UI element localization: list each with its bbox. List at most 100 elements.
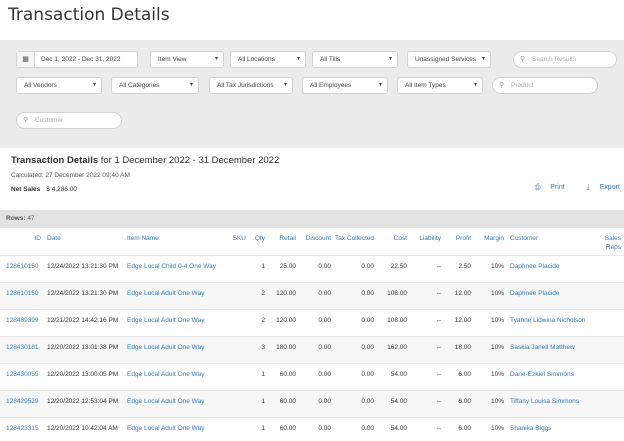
cell-item-name[interactable]: Edge Local Adult One Way bbox=[124, 281, 225, 309]
vendors-select[interactable]: All Vendors ▾ bbox=[16, 77, 102, 94]
select-value: Item View bbox=[158, 56, 187, 63]
column-header-retail[interactable]: Retail bbox=[265, 231, 296, 255]
tax-jurisdictions-select[interactable]: All Tax Jurisdictions ▾ bbox=[209, 77, 293, 94]
column-header-profit[interactable]: Profit bbox=[441, 231, 471, 255]
cell-customer[interactable]: Shanika Biggs bbox=[504, 416, 593, 441]
rows-count-bar: Rows: 47 bbox=[0, 210, 624, 228]
cell-id[interactable]: 128610150 bbox=[0, 281, 44, 309]
cell-profit: 6.00 bbox=[441, 389, 471, 417]
tills-select[interactable]: All Tills ▾ bbox=[312, 51, 398, 68]
cell-qty: 1 bbox=[246, 362, 265, 390]
table-row[interactable]: 128489399 12/21/2022 14:42:16 PM Edge Loca… bbox=[0, 308, 624, 336]
cell-retail: 60.00 bbox=[265, 362, 296, 390]
report-title-bold: Transaction Details bbox=[11, 155, 99, 166]
cell-date: 12/21/2022 14:42:16 PM bbox=[44, 308, 124, 336]
column-header-cost[interactable]: Cost bbox=[374, 231, 407, 255]
search-placeholder: Search Results bbox=[532, 56, 577, 63]
table-row[interactable]: 128610150 12/24/2022 13:21:30 PM Edge Loca… bbox=[0, 254, 624, 282]
export-icon: ⤓ bbox=[586, 184, 590, 191]
cell-profit: 6.00 bbox=[441, 362, 471, 390]
cell-liability: -- bbox=[407, 335, 441, 363]
cell-sales-reps bbox=[593, 308, 624, 336]
date-range-picker[interactable]: ▦ Dec 1, 2022 - Dec 31, 2022 bbox=[16, 51, 138, 68]
select-value: All Tills bbox=[320, 56, 341, 63]
cell-discount: 0.00 bbox=[296, 335, 331, 363]
export-button[interactable]: ⤓ Export bbox=[577, 184, 620, 191]
cell-item-name[interactable]: Edge Local Adult One Way bbox=[124, 362, 225, 390]
table-row[interactable]: 128430181 12/20/2022 13:01:38 PM Edge Loca… bbox=[0, 335, 624, 363]
net-sales: Net Sales $ 4,286.00 bbox=[11, 186, 77, 193]
column-header-tax-collected[interactable]: Tax Collected bbox=[331, 231, 374, 255]
column-header-sku[interactable]: SKU bbox=[225, 231, 246, 255]
cell-profit: 12.00 bbox=[441, 281, 471, 309]
chevron-down-icon: ▾ bbox=[481, 56, 485, 62]
cell-margin: 10% bbox=[471, 389, 504, 417]
cell-item-name[interactable]: Edge Local Adult One Way bbox=[124, 335, 225, 363]
cell-discount: 0.00 bbox=[296, 389, 331, 417]
print-icon: ⎙ bbox=[534, 184, 541, 191]
transactions-table: ID Date Item Name SKU Qty Retail Discoun… bbox=[0, 231, 624, 441]
cell-id[interactable]: 128430055 bbox=[0, 362, 44, 390]
print-label: Print bbox=[550, 184, 565, 191]
cell-customer[interactable]: Tiffany Louisa Simmons bbox=[504, 389, 593, 417]
cell-id[interactable]: 128429529 bbox=[0, 389, 44, 417]
column-header-qty[interactable]: Qty bbox=[246, 231, 265, 255]
cell-discount: 0.00 bbox=[296, 416, 331, 441]
cell-cost: 162.00 bbox=[374, 335, 407, 363]
cell-cost: 108.00 bbox=[374, 281, 407, 309]
cell-retail: 25.00 bbox=[265, 254, 296, 282]
cell-customer[interactable]: Saskia Janell Matthew bbox=[504, 335, 593, 363]
employees-select[interactable]: All Employees ▾ bbox=[302, 77, 388, 94]
select-value: All Employees bbox=[310, 82, 352, 89]
view-select[interactable]: Item View ▾ bbox=[150, 51, 224, 68]
date-range-value: Dec 1, 2022 - Dec 31, 2022 bbox=[41, 56, 121, 63]
cell-id[interactable]: 128489399 bbox=[0, 308, 44, 336]
print-button[interactable]: ⎙ Print bbox=[525, 184, 565, 191]
cell-customer[interactable]: Daphnee Placide bbox=[504, 254, 593, 282]
cell-qty: 3 bbox=[246, 335, 265, 363]
cell-item-name[interactable]: Edge Local Adult One Way bbox=[124, 416, 225, 441]
cell-customer[interactable]: Dane-Ezkiel Simmons bbox=[504, 362, 593, 390]
column-header-liability[interactable]: Liability bbox=[407, 231, 441, 255]
table-row[interactable]: 128423315 12/20/2022 10:42:04 AM Edge Loca… bbox=[0, 416, 624, 441]
product-search-input[interactable]: ⚲ Product bbox=[492, 77, 598, 94]
column-header-customer[interactable]: Customer bbox=[504, 231, 593, 255]
cell-item-name[interactable]: Edge Local Child 0-4 One Way bbox=[124, 254, 225, 282]
cell-customer[interactable]: Daphnee Placide bbox=[504, 281, 593, 309]
locations-select[interactable]: All Locations ▾ bbox=[230, 51, 306, 68]
cell-id[interactable]: 128423315 bbox=[0, 416, 44, 441]
table-header-row: ID Date Item Name SKU Qty Retail Discoun… bbox=[0, 231, 624, 255]
cell-margin: 10% bbox=[471, 281, 504, 309]
search-results-input[interactable]: ⚲ Search Results bbox=[513, 51, 617, 68]
search-icon: ⚲ bbox=[499, 82, 505, 89]
cell-date: 12/20/2022 10:42:04 AM bbox=[44, 416, 124, 441]
cell-item-name[interactable]: Edge Local Adult One Way bbox=[124, 308, 225, 336]
cell-profit: 18.00 bbox=[441, 335, 471, 363]
cell-id[interactable]: 128430181 bbox=[0, 335, 44, 363]
table-row[interactable]: 128429529 12/20/2022 12:53:04 PM Edge Loca… bbox=[0, 389, 624, 417]
cell-tax-collected: 0.00 bbox=[331, 308, 374, 336]
item-types-select[interactable]: All Item Types ▾ bbox=[397, 77, 483, 94]
column-header-discount[interactable]: Discount bbox=[296, 231, 331, 255]
categories-select[interactable]: All Categories ▾ bbox=[111, 77, 199, 94]
table-row[interactable]: 128610150 12/24/2022 13:21:30 PM Edge Loca… bbox=[0, 281, 624, 309]
chevron-down-icon: ▾ bbox=[473, 82, 477, 88]
table-row[interactable]: 128430055 12/20/2022 13:00:05 PM Edge Loca… bbox=[0, 362, 624, 390]
select-value: All Categories bbox=[119, 82, 160, 89]
cell-customer[interactable]: Tyanne Lidwina Nicholson bbox=[504, 308, 593, 336]
cell-sku bbox=[225, 389, 246, 417]
cell-id[interactable]: 128610150 bbox=[0, 254, 44, 282]
services-select[interactable]: Unassigned Services ▾ bbox=[407, 51, 491, 68]
select-value: All Locations bbox=[238, 56, 275, 63]
cell-discount: 0.00 bbox=[296, 281, 331, 309]
column-header-item-name[interactable]: Item Name bbox=[124, 231, 225, 255]
cell-item-name[interactable]: Edge Local Adult One Way bbox=[124, 389, 225, 417]
column-header-sales-reps[interactable]: Sales Reps bbox=[593, 231, 624, 255]
column-header-date[interactable]: Date bbox=[44, 231, 124, 255]
column-header-id[interactable]: ID bbox=[0, 231, 44, 255]
customer-search-input[interactable]: ⚲ Customer bbox=[16, 112, 122, 129]
cell-discount: 0.00 bbox=[296, 362, 331, 390]
column-header-margin[interactable]: Margin bbox=[471, 231, 504, 255]
cell-tax-collected: 0.00 bbox=[331, 416, 374, 441]
cell-discount: 0.00 bbox=[296, 254, 331, 282]
